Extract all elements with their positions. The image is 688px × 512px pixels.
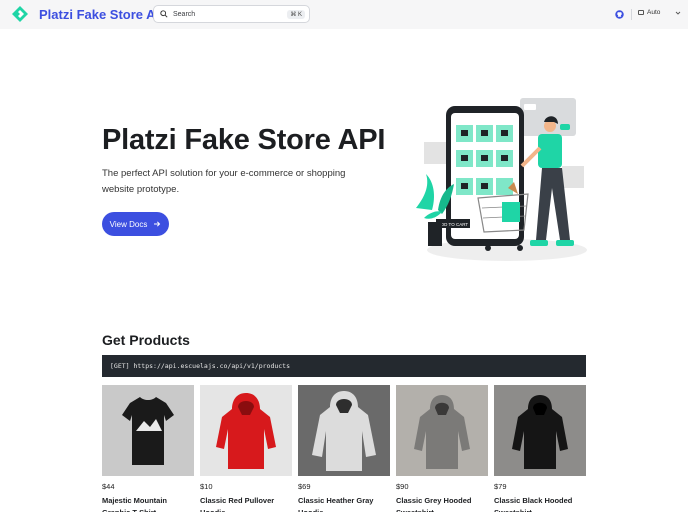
hero-illustration: ADD TO CART <box>416 98 587 261</box>
product-price: $69 <box>298 482 311 491</box>
product-card[interactable]: $90 Classic Grey Hooded Sweatshirt <box>396 385 488 512</box>
search-placeholder: Search <box>173 10 196 18</box>
product-image[interactable] <box>494 385 586 476</box>
view-docs-label: View Docs <box>109 219 148 229</box>
product-price: $10 <box>200 482 213 491</box>
product-card[interactable]: $44 Majestic Mountain Graphic T-Shirt <box>102 385 194 512</box>
theme-label: Auto <box>647 9 661 16</box>
product-price: $44 <box>102 482 115 491</box>
product-image[interactable] <box>298 385 390 476</box>
hoodie-image-icon <box>312 391 376 471</box>
navbar-divider <box>631 9 632 20</box>
product-image[interactable] <box>200 385 292 476</box>
platzi-logo-icon[interactable] <box>11 5 29 23</box>
endpoint-code-block: [GET] https://api.escuelajs.co/api/v1/pr… <box>102 355 586 377</box>
theme-switcher[interactable]: Auto <box>638 9 681 16</box>
product-grid: $44 Majestic Mountain Graphic T-Shirt $1… <box>102 385 586 512</box>
product-card[interactable]: $10 Classic Red Pullover Hoodie <box>200 385 292 512</box>
hoodie-image-icon <box>216 393 276 469</box>
add-to-cart-label: ADD TO CART <box>438 222 469 227</box>
product-price: $90 <box>396 482 409 491</box>
product-image[interactable] <box>102 385 194 476</box>
product-card[interactable]: $69 Classic Heather Gray Hoodie <box>298 385 390 512</box>
arrow-right-icon <box>154 221 161 227</box>
top-navbar: Platzi Fake Store API Search ⌘ K Auto <box>0 0 688 29</box>
product-name[interactable]: Classic Red Pullover Hoodie <box>200 495 292 512</box>
view-docs-button[interactable]: View Docs <box>102 212 169 236</box>
product-name[interactable]: Classic Black Hooded Sweatshirt <box>494 495 586 512</box>
section-title: Get Products <box>102 332 190 348</box>
product-name[interactable]: Classic Heather Gray Hoodie <box>298 495 390 512</box>
github-icon[interactable] <box>615 10 624 19</box>
product-price: $79 <box>494 482 507 491</box>
hoodie-image-icon <box>512 395 568 469</box>
search-icon <box>160 10 168 18</box>
product-name[interactable]: Majestic Mountain Graphic T-Shirt <box>102 495 194 512</box>
monitor-icon <box>638 10 644 15</box>
product-name[interactable]: Classic Grey Hooded Sweatshirt <box>396 495 488 512</box>
hoodie-image-icon <box>414 395 470 469</box>
search-shortcut-badge: ⌘ K <box>287 9 305 19</box>
search-input[interactable]: Search ⌘ K <box>153 5 310 23</box>
product-card[interactable]: $79 Classic Black Hooded Sweatshirt <box>494 385 586 512</box>
tshirt-image-icon <box>122 397 174 465</box>
brand-title[interactable]: Platzi Fake Store API <box>39 7 168 22</box>
product-image[interactable] <box>396 385 488 476</box>
chevron-down-icon <box>676 11 681 15</box>
hero-subtitle: The perfect API solution for your e-comm… <box>102 168 346 195</box>
hero-title: Platzi Fake Store API <box>102 124 386 156</box>
